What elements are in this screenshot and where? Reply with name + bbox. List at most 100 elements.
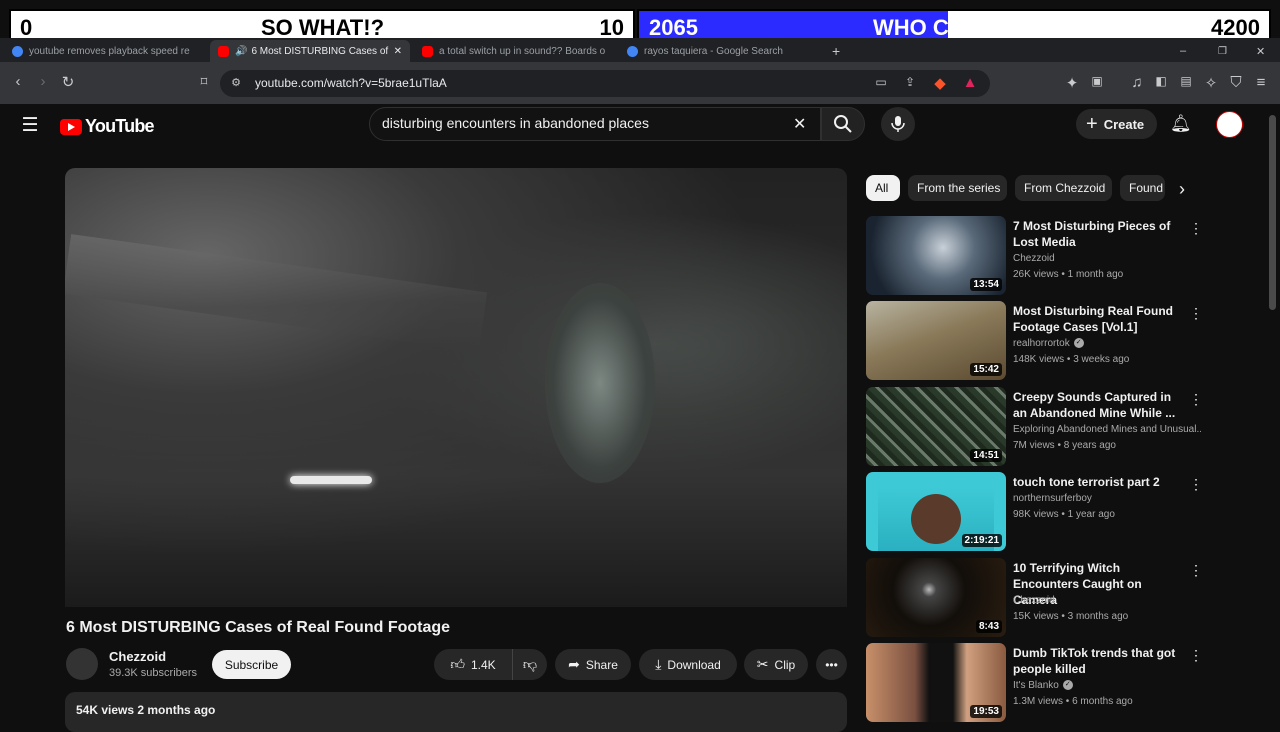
more-options-icon[interactable]: ⋮: [1189, 476, 1203, 493]
browser-tab-2-active[interactable]: 🔊 6 Most DISTURBING Cases of ✕: [210, 40, 410, 62]
duration-badge: 13:54: [970, 278, 1002, 291]
share-label: Share: [585, 657, 618, 672]
recommendation-item[interactable]: 8:43 10 Terrifying Witch Encounters Caug…: [866, 558, 1206, 638]
channel-avatar[interactable]: [66, 648, 98, 680]
voice-search-button[interactable]: [881, 107, 915, 141]
page-scrollbar[interactable]: [1269, 115, 1276, 310]
more-options-icon[interactable]: ⋮: [1189, 647, 1203, 664]
hamburger-menu-icon[interactable]: ☰: [20, 114, 40, 137]
channel-name[interactable]: Chezzoid: [109, 649, 166, 664]
browser-tab-3[interactable]: a total switch up in sound?? Boards o: [422, 42, 607, 60]
video-thumbnail[interactable]: 14:51: [866, 387, 1006, 466]
recommendation-item[interactable]: 14:51 Creepy Sounds Captured in an Aband…: [866, 387, 1206, 467]
video-thumbnail[interactable]: 8:43: [866, 558, 1006, 637]
more-options-icon[interactable]: ⋮: [1189, 391, 1203, 408]
menu-icon[interactable]: ≡: [1251, 74, 1271, 91]
recommendation-meta: 1.3M views • 6 months ago: [1013, 696, 1133, 707]
leo-ai-icon[interactable]: ✧: [1201, 74, 1221, 92]
forward-icon[interactable]: ›: [33, 73, 53, 90]
scissors-icon: ✂: [756, 656, 769, 672]
brave-shields-icon[interactable]: ◆: [930, 74, 950, 92]
vpn-icon[interactable]: ⛉: [1226, 74, 1246, 91]
share-page-icon[interactable]: ⇪: [900, 75, 920, 89]
clear-search-icon[interactable]: ✕: [793, 114, 806, 134]
video-thumbnail[interactable]: 19:53: [866, 643, 1006, 722]
video-thumbnail[interactable]: 13:54: [866, 216, 1006, 295]
recommendation-title[interactable]: Dumb TikTok trends that got people kille…: [1013, 645, 1188, 677]
more-options-icon[interactable]: ⋮: [1189, 305, 1203, 322]
media-icon[interactable]: ♫: [1127, 74, 1147, 91]
wallet-icon[interactable]: ▤: [1176, 74, 1196, 88]
youtube-icon: [422, 45, 433, 57]
create-button[interactable]: + Create: [1076, 109, 1157, 139]
recommendation-title[interactable]: Most Disturbing Real Found Footage Cases…: [1013, 303, 1188, 335]
subscriber-count: 39.3K subscribers: [109, 667, 198, 679]
chip-found[interactable]: Found: [1120, 175, 1165, 201]
close-window-icon[interactable]: ✕: [1256, 42, 1268, 60]
recommendation-title[interactable]: Creepy Sounds Captured in an Abandoned M…: [1013, 389, 1188, 421]
recommendation-item[interactable]: 19:53 Dumb TikTok trends that got people…: [866, 643, 1206, 723]
chips-next-icon[interactable]: ›: [1172, 179, 1192, 200]
thumbs-up-icon: 👍︎: [450, 656, 465, 672]
description-box[interactable]: 54K views 2 months ago: [65, 692, 847, 732]
recommendation-channel[interactable]: It's Blanko ✓: [1013, 680, 1201, 691]
new-tab-icon[interactable]: +: [832, 42, 846, 60]
youtube-logo[interactable]: YouTube: [60, 116, 155, 137]
video-player[interactable]: [65, 168, 847, 607]
share-button[interactable]: ➦ Share: [555, 649, 631, 680]
extensions-icon[interactable]: ✦: [1062, 74, 1082, 92]
recommendation-title[interactable]: touch tone terrorist part 2: [1013, 474, 1188, 490]
clip-button[interactable]: ✂ Clip: [744, 649, 808, 680]
chip-all[interactable]: All: [866, 175, 900, 201]
browser-tab-4[interactable]: rayos taquiera - Google Search: [627, 42, 817, 60]
recommendation-title[interactable]: 7 Most Disturbing Pieces of Lost Media: [1013, 218, 1188, 250]
youtube-wordmark: YouTube: [85, 116, 155, 136]
video-thumbnail[interactable]: 2:19:21: [866, 472, 1006, 551]
thumbs-down-icon: 👎︎: [522, 656, 538, 672]
duration-badge: 14:51: [970, 449, 1002, 462]
tab-label: rayos taquiera - Google Search: [644, 45, 783, 57]
more-icon: •••: [825, 657, 838, 672]
search-box[interactable]: ✕: [369, 107, 821, 141]
more-actions-button[interactable]: •••: [816, 649, 847, 680]
video-thumbnail[interactable]: 15:42: [866, 301, 1006, 380]
search-button[interactable]: [821, 107, 865, 141]
recommendation-item[interactable]: 13:54 7 Most Disturbing Pieces of Lost M…: [866, 216, 1206, 296]
download-button[interactable]: ⤓ Download: [639, 649, 737, 680]
recommendation-channel[interactable]: Exploring Abandoned Mines and Unusual...: [1013, 424, 1201, 435]
chip-from-chezzoid[interactable]: From Chezzoid: [1015, 175, 1112, 201]
reload-icon[interactable]: ↻: [58, 73, 78, 91]
dislike-button[interactable]: 👎︎: [512, 649, 547, 680]
screenshot-icon[interactable]: ▣: [1087, 74, 1107, 88]
subscribe-button[interactable]: Subscribe: [212, 650, 291, 679]
overlay-left-count: 10: [599, 14, 624, 40]
site-info-icon[interactable]: ⚙: [226, 76, 246, 89]
like-button[interactable]: 👍︎ 1.4K: [434, 649, 512, 680]
minimize-icon[interactable]: –: [1180, 42, 1192, 60]
recommendation-item[interactable]: 2:19:21 touch tone terrorist part 2 nort…: [866, 472, 1206, 552]
more-options-icon[interactable]: ⋮: [1189, 220, 1203, 237]
more-options-icon[interactable]: ⋮: [1189, 562, 1203, 579]
bookmark-icon[interactable]: ⌑: [194, 74, 214, 90]
browser-tab-1[interactable]: youtube removes playback speed re: [12, 42, 197, 60]
recommendation-meta: 26K views • 1 month ago: [1013, 269, 1124, 280]
brave-rewards-icon[interactable]: ▲: [960, 74, 980, 91]
account-avatar[interactable]: [1216, 111, 1243, 138]
url-text[interactable]: youtube.com/watch?v=5brae1uTlaA: [255, 76, 447, 90]
google-icon: [12, 45, 23, 57]
search-input[interactable]: [382, 115, 782, 131]
chip-from-the-series[interactable]: From the series: [908, 175, 1007, 201]
back-icon[interactable]: ‹: [8, 73, 28, 90]
close-tab-icon[interactable]: ✕: [394, 46, 402, 57]
sidebar-icon[interactable]: ◧: [1151, 74, 1171, 88]
recommendation-channel[interactable]: northernsurferboy: [1013, 493, 1201, 504]
verified-check-icon: ✓: [1073, 338, 1084, 349]
recommendation-channel[interactable]: Chezzoid: [1013, 595, 1201, 606]
recommendation-channel[interactable]: Chezzoid: [1013, 253, 1201, 264]
recommendation-item[interactable]: 15:42 Most Disturbing Real Found Footage…: [866, 301, 1206, 381]
maximize-icon[interactable]: ❐: [1218, 42, 1230, 60]
notifications-bell-icon[interactable]: 🔔︎: [1170, 114, 1192, 134]
duration-badge: 15:42: [970, 363, 1002, 376]
cast-icon[interactable]: ▭: [871, 75, 891, 89]
recommendation-channel[interactable]: realhorrortok ✓: [1013, 338, 1201, 349]
